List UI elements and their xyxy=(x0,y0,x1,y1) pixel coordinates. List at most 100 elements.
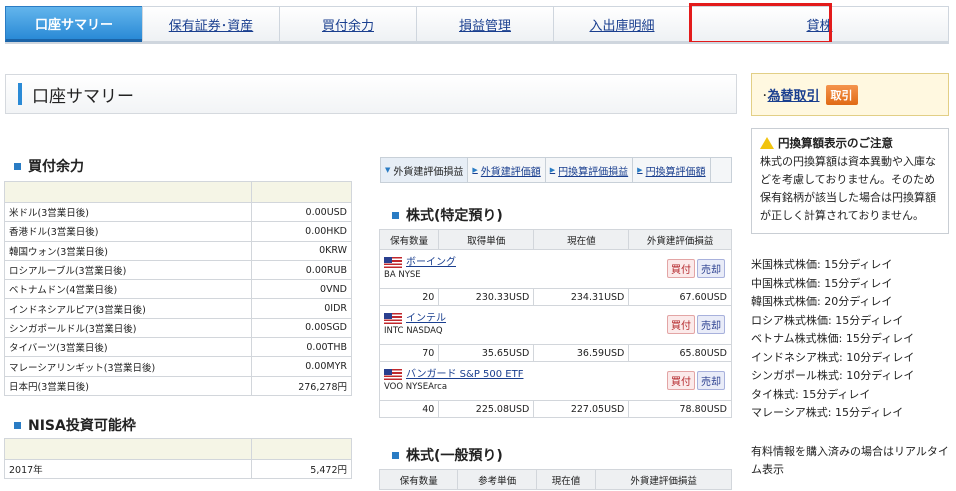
paid-info-text: 有料情報を購入済みの場合はリアルタイム表示 xyxy=(751,445,949,476)
cost-cell: 225.08USD xyxy=(438,400,535,418)
subtab-jpy-pl[interactable]: ▶ 円換算評価損益 xyxy=(546,158,634,182)
price-cell: 36.59USD xyxy=(533,344,630,362)
stock-link[interactable]: インテル xyxy=(406,313,446,324)
tab-stock-lending[interactable]: 貸株 xyxy=(690,6,949,42)
table-header-cell xyxy=(251,438,352,460)
table-row: 70 35.65USD 36.59USD 65.80USD xyxy=(378,344,732,362)
us-flag-icon xyxy=(384,257,402,268)
stock-link[interactable]: ボーイング xyxy=(406,257,456,268)
buying-power-table: 米ドル(3営業日後) 0.00USD 香港ドル(3営業日後) 0.00HKD 韓国ウ… xyxy=(4,181,352,396)
table-row: インテル INTC NASDAQ 買付 売却 xyxy=(379,305,732,345)
tab-account-summary[interactable]: 口座サマリー xyxy=(5,6,142,42)
table-row: 40 225.08USD 227.05USD 78.80USD xyxy=(378,400,732,418)
sell-button[interactable]: 売却 xyxy=(697,315,725,334)
us-flag-icon xyxy=(384,313,402,324)
stocks-specific-title: 株式(特定預り) xyxy=(406,208,503,224)
row-value: 0IDR xyxy=(251,298,352,319)
triangle-right-icon: ▶ xyxy=(637,166,643,174)
row-label: マレーシアリンギット(3営業日後) xyxy=(4,356,252,377)
stocks-general-heading: 株式(一般預り) xyxy=(392,445,503,465)
tab-profit-loss[interactable]: 損益管理 xyxy=(416,6,553,42)
column-header: 現在値 xyxy=(533,229,630,250)
column-header: 参考単価 xyxy=(457,469,537,490)
main-nav: 口座サマリー 保有証券･資産 買付余力 損益管理 入出庫明細 貸株 xyxy=(5,6,949,42)
column-header: 保有数量 xyxy=(378,229,440,250)
row-value: 0.00SGD xyxy=(251,317,352,339)
table-row: 韓国ウォン(3営業日後) 0KRW xyxy=(4,240,352,261)
fx-trade-link[interactable]: 為替取引 xyxy=(768,85,820,104)
table-header-cell xyxy=(4,181,252,203)
us-flag-icon xyxy=(384,369,402,380)
nav-divider xyxy=(5,42,949,44)
qty-cell: 20 xyxy=(378,288,440,306)
stocks-general-title: 株式(一般預り) xyxy=(406,448,503,464)
subtab-label: 円換算評価損益 xyxy=(558,166,629,178)
buying-power-heading: 買付余力 xyxy=(14,156,84,176)
stock-link[interactable]: バンガード S&P 500 ETF xyxy=(406,369,523,380)
tab-transfers[interactable]: 入出庫明細 xyxy=(553,6,690,42)
subtab-label: 円換算評価額 xyxy=(645,166,706,178)
fx-trade-box: ･ 為替取引 取引 xyxy=(751,73,949,116)
tab-holdings[interactable]: 保有証券･資産 xyxy=(142,6,279,42)
column-header: 外貨建評価損益 xyxy=(595,469,732,490)
subtab-label: 外貨建評価損益 xyxy=(393,166,464,178)
delay-item: 韓国株式株価: 20分ディレイ xyxy=(751,295,893,308)
buy-button[interactable]: 買付 xyxy=(667,315,695,334)
sell-button[interactable]: 売却 xyxy=(697,259,725,278)
pl-cell: 65.80USD xyxy=(628,344,732,362)
delay-item: マレーシア株式: 15分ディレイ xyxy=(751,406,904,419)
table-row: 日本円(3営業日後) 276,278円 xyxy=(4,375,352,396)
row-label: ベトナムドン(4営業日後) xyxy=(4,279,252,300)
price-cell: 227.05USD xyxy=(533,400,630,418)
buy-button[interactable]: 買付 xyxy=(667,371,695,390)
row-value: 0.00HKD xyxy=(251,221,352,242)
delay-item: シンガポール株式: 10分ディレイ xyxy=(751,369,915,382)
row-value: 276,278円 xyxy=(251,375,352,396)
triangle-right-icon: ▶ xyxy=(549,166,556,174)
triangle-down-icon: ▼ xyxy=(385,166,391,174)
stock-name-cell: バンガード S&P 500 ETF VOO NYSEArca 買付 売却 xyxy=(379,361,732,401)
tab-buying-power[interactable]: 買付余力 xyxy=(279,6,416,42)
subtab-jpy-value[interactable]: ▶ 円換算評価額 xyxy=(633,158,711,182)
buy-button[interactable]: 買付 xyxy=(667,259,695,278)
row-label: シンガポールドル(3営業日後) xyxy=(4,317,252,339)
heading-square-icon xyxy=(14,162,21,170)
delay-item: ロシア株式株価: 15分ディレイ xyxy=(751,313,904,327)
delay-item: 米国株式株価: 15分ディレイ xyxy=(751,258,893,271)
nisa-table: 2017年 5,472円 xyxy=(4,438,352,480)
stock-name-cell: ボーイング BA NYSE 買付 売却 xyxy=(379,249,732,289)
subtab-label: 外貨建評価額 xyxy=(480,166,541,178)
subtab-fx-value[interactable]: ▶ 外貨建評価額 xyxy=(468,158,546,182)
delay-item: タイ株式: 15分ディレイ xyxy=(751,387,871,401)
stocks-specific-table: 保有数量 取得単価 現在値 外貨建評価損益 ボーイング BA NYSE 買付 売却… xyxy=(378,229,732,418)
table-row: ロシアルーブル(3営業日後) 0.00RUB xyxy=(4,259,352,281)
delay-info-list: 米国株式株価: 15分ディレイ 中国株式株価: 15分ディレイ 韓国株式株価: … xyxy=(751,256,949,423)
valuation-tabs: ▼ 外貨建評価損益 ▶ 外貨建評価額 ▶ 円換算評価損益 ▶ 円換算評価額 xyxy=(380,157,732,183)
table-header-row: 保有数量 取得単価 現在値 外貨建評価損益 xyxy=(378,229,732,250)
row-value: 0VND xyxy=(251,279,352,300)
row-value: 0.00MYR xyxy=(251,356,352,377)
table-row: 2017年 5,472円 xyxy=(4,458,352,480)
pl-cell: 78.80USD xyxy=(628,400,732,418)
row-label: ロシアルーブル(3営業日後) xyxy=(4,259,252,281)
row-label: 日本円(3営業日後) xyxy=(4,375,252,396)
stocks-general-table: 保有数量 参考単価 現在値 外貨建評価損益 xyxy=(378,469,732,490)
page-title-box: 口座サマリー xyxy=(5,74,737,114)
heading-square-icon xyxy=(392,451,399,459)
price-cell: 234.31USD xyxy=(533,288,630,306)
title-accent-bar xyxy=(18,83,22,105)
delay-item: インドネシア株式: 10分ディレイ xyxy=(751,350,915,364)
subtab-fx-pl[interactable]: ▼ 外貨建評価損益 xyxy=(381,158,469,182)
row-label: 2017年 xyxy=(4,458,252,480)
fx-trade-button[interactable]: 取引 xyxy=(825,84,858,105)
nisa-title: NISA投資可能枠 xyxy=(28,418,136,434)
table-row: バンガード S&P 500 ETF VOO NYSEArca 買付 売却 xyxy=(379,361,732,401)
sell-button[interactable]: 売却 xyxy=(697,371,725,390)
table-row: シンガポールドル(3営業日後) 0.00SGD xyxy=(4,317,352,339)
row-label: インドネシアルピア(3営業日後) xyxy=(4,298,252,319)
column-header: 現在値 xyxy=(535,469,597,490)
triangle-right-icon: ▶ xyxy=(472,166,478,174)
table-header-cell xyxy=(251,181,352,203)
table-row: 20 230.33USD 234.31USD 67.60USD xyxy=(378,288,732,306)
table-row: マレーシアリンギット(3営業日後) 0.00MYR xyxy=(4,356,352,377)
